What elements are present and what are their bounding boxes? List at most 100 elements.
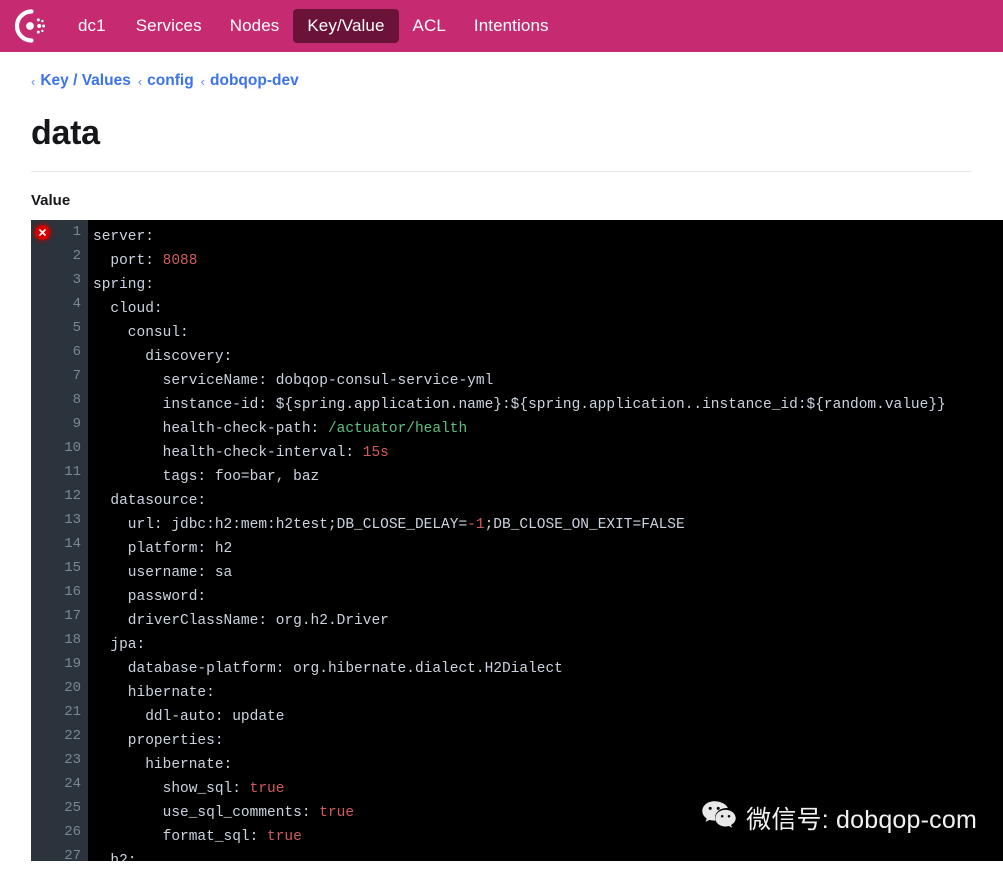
code-line: tags: foo=bar, baz xyxy=(93,465,1003,489)
editor-gutter-row: 18 xyxy=(31,628,88,652)
code-token: -1 xyxy=(467,517,485,533)
line-number: 10 xyxy=(64,440,81,456)
nav-item-intentions[interactable]: Intentions xyxy=(460,9,563,43)
editor-gutter-row: 15 xyxy=(31,556,88,580)
code-text: properties: xyxy=(93,733,224,749)
editor-gutter-row: 25 xyxy=(31,796,88,820)
code-line: datasource: xyxy=(93,489,1003,513)
code-line: ddl-auto: update xyxy=(93,705,1003,729)
code-text: server: xyxy=(93,229,154,245)
breadcrumb-item-key-values[interactable]: Key / Values xyxy=(40,72,130,90)
editor-code-content[interactable]: server: port: 8088 spring: cloud: consul:… xyxy=(88,220,1003,861)
code-text: health-check-interval: xyxy=(93,445,363,461)
editor-gutter-row: 3 xyxy=(31,268,88,292)
editor-gutter-row: 24 xyxy=(31,772,88,796)
line-number: 11 xyxy=(64,464,81,480)
editor-line-numbers: 1 2 3 4 5 6 7 8 9 10 11 12 13 14 15 16 17 18 19 20 21 22 23 24 2… xyxy=(31,220,88,861)
code-line: url: jdbc:h2:mem:h2test;DB_CLOSE_DELAY=-… xyxy=(93,513,1003,537)
code-line: cloud: xyxy=(93,297,1003,321)
line-number: 21 xyxy=(64,704,81,720)
breadcrumb: ‹ Key / Values ‹ config ‹ dobqop-dev xyxy=(0,52,1003,90)
code-text: database-platform: org.hibernate.dialect… xyxy=(93,661,563,677)
editor-gutter-row: 22 xyxy=(31,724,88,748)
value-field-label: Value xyxy=(31,192,71,209)
code-text: ddl-auto: update xyxy=(93,709,285,725)
code-line: database-platform: org.hibernate.dialect… xyxy=(93,657,1003,681)
nav-item-services[interactable]: Services xyxy=(122,9,216,43)
nav-item-list: dc1 Services Nodes Key/Value ACL Intenti… xyxy=(66,9,563,43)
line-number: 23 xyxy=(64,752,81,768)
code-text: health-check-path: xyxy=(93,421,328,437)
code-line: jpa: xyxy=(93,633,1003,657)
line-number: 12 xyxy=(64,488,81,504)
consul-logo-icon[interactable] xyxy=(10,5,52,47)
code-line: port: 8088 xyxy=(93,249,1003,273)
code-line: instance-id: ${spring.application.name}:… xyxy=(93,393,1003,417)
editor-gutter-row: 7 xyxy=(31,364,88,388)
line-number: 16 xyxy=(64,584,81,600)
nav-item-key-value[interactable]: Key/Value xyxy=(293,9,399,43)
yaml-code-editor[interactable]: 1 2 3 4 5 6 7 8 9 10 11 12 13 14 15 16 17 18 19 20 21 22 23 24 2… xyxy=(31,220,1003,861)
code-text: spring: xyxy=(93,277,154,293)
code-line: password: xyxy=(93,585,1003,609)
line-number: 15 xyxy=(64,560,81,576)
code-text: username: sa xyxy=(93,565,233,581)
error-marker-icon[interactable] xyxy=(35,225,50,240)
line-number: 26 xyxy=(64,824,81,840)
editor-gutter-row: 14 xyxy=(31,532,88,556)
nav-item-nodes[interactable]: Nodes xyxy=(216,9,294,43)
editor-gutter-row: 12 xyxy=(31,484,88,508)
code-line: discovery: xyxy=(93,345,1003,369)
code-line: health-check-path: /actuator/health xyxy=(93,417,1003,441)
top-navigation-bar: dc1 Services Nodes Key/Value ACL Intenti… xyxy=(0,0,1003,52)
breadcrumb-chevron-left-icon: ‹ xyxy=(200,73,206,89)
line-number: 6 xyxy=(72,344,81,360)
code-line: server: xyxy=(93,225,1003,249)
line-number: 25 xyxy=(64,800,81,816)
code-token: true xyxy=(319,805,355,821)
code-token: 8088 xyxy=(162,253,198,269)
code-text: password: xyxy=(93,589,207,605)
code-line: serviceName: dobqop-consul-service-yml xyxy=(93,369,1003,393)
line-number: 13 xyxy=(64,512,81,528)
breadcrumb-chevron-left-icon: ‹ xyxy=(31,73,36,89)
line-number: 19 xyxy=(64,656,81,672)
editor-gutter-row: 1 xyxy=(31,220,88,244)
editor-gutter-row: 9 xyxy=(31,412,88,436)
breadcrumb-item-config[interactable]: config xyxy=(147,72,194,90)
editor-gutter-row: 10 xyxy=(31,436,88,460)
code-token: true xyxy=(249,781,285,797)
code-text: serviceName: dobqop-consul-service-yml xyxy=(93,373,494,389)
line-number: 2 xyxy=(72,248,81,264)
editor-gutter-row: 11 xyxy=(31,460,88,484)
code-line: platform: h2 xyxy=(93,537,1003,561)
code-text: port: xyxy=(93,253,163,269)
editor-gutter-row: 17 xyxy=(31,604,88,628)
code-line: show_sql: true xyxy=(93,777,1003,801)
code-text: instance-id: ${spring.application.name}:… xyxy=(93,397,946,413)
code-text: platform: h2 xyxy=(93,541,233,557)
nav-item-acl[interactable]: ACL xyxy=(399,9,460,43)
nav-item-dc1[interactable]: dc1 xyxy=(66,9,122,43)
code-text: format_sql: xyxy=(93,829,268,845)
line-number: 17 xyxy=(64,608,81,624)
code-text: hibernate: xyxy=(93,757,233,773)
code-text: discovery: xyxy=(93,349,233,365)
editor-gutter-row: 13 xyxy=(31,508,88,532)
code-text: datasource: xyxy=(93,493,207,509)
editor-gutter-row: 16 xyxy=(31,580,88,604)
code-line: username: sa xyxy=(93,561,1003,585)
breadcrumb-item-dobqop-dev[interactable]: dobqop-dev xyxy=(210,72,299,90)
code-text: show_sql: xyxy=(93,781,250,797)
code-line: use_sql_comments: true xyxy=(93,801,1003,825)
line-number: 5 xyxy=(72,320,81,336)
code-text: use_sql_comments: xyxy=(93,805,320,821)
line-number: 3 xyxy=(72,272,81,288)
code-text: url: jdbc:h2:mem:h2test;DB_CLOSE_DELAY= xyxy=(93,517,468,533)
line-number: 4 xyxy=(72,296,81,312)
code-line: format_sql: true xyxy=(93,825,1003,849)
code-line: hibernate: xyxy=(93,753,1003,777)
editor-gutter-row: 20 xyxy=(31,676,88,700)
editor-gutter-row: 21 xyxy=(31,700,88,724)
line-number: 1 xyxy=(72,224,81,240)
